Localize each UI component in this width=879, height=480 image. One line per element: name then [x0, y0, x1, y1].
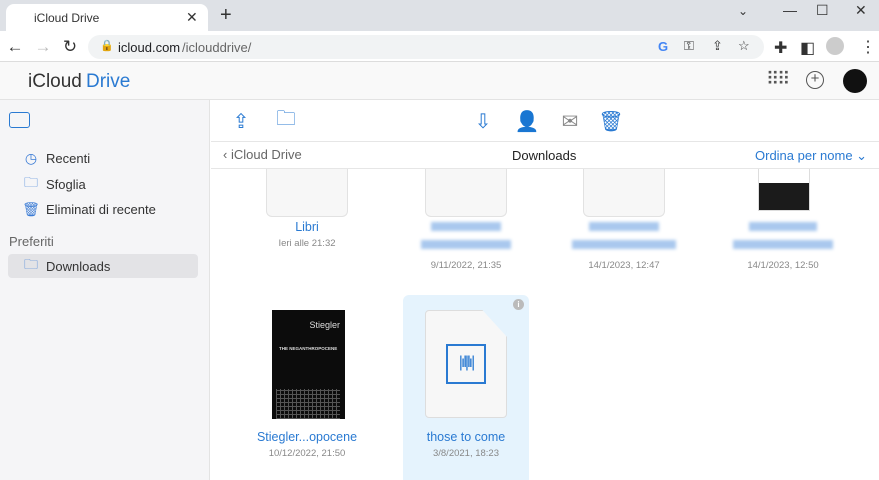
mail-icon[interactable]: ✉	[557, 108, 583, 134]
reload-icon[interactable]: ↻	[61, 37, 79, 57]
file-item[interactable]: Stiegler...opocene 10/12/2022, 21:50	[232, 430, 382, 459]
minimize-icon[interactable]: —	[783, 2, 797, 18]
clock-icon: ◷	[24, 149, 38, 166]
cover-title: THE NEGANTHROPOCENE	[279, 346, 338, 351]
menu-icon[interactable]: ⋮	[860, 37, 876, 57]
folder-icon: 🗀	[24, 174, 38, 190]
app-header: iCloud Drive ⠿⠿ +	[0, 62, 879, 100]
profile-icon[interactable]	[826, 37, 844, 55]
back-icon[interactable]: ←	[6, 37, 24, 57]
new-tab-icon[interactable]: +	[220, 4, 232, 27]
add-icon[interactable]: +	[806, 71, 824, 89]
maximize-icon[interactable]: ☐	[816, 2, 829, 19]
url-path: /iclouddrive/	[182, 40, 252, 55]
breadcrumb: ‹ iCloud Drive Downloads Ordina per nome…	[211, 142, 879, 169]
app-grid-icon[interactable]: ⠿⠿	[766, 69, 790, 90]
toolbar: ⇪ 🗀 ⇩ 👤 ✉ 🗑	[211, 100, 879, 142]
folder-icon: 🗀	[24, 256, 38, 272]
new-folder-icon[interactable]: 🗀	[273, 108, 299, 134]
sidebar-item-sfoglia[interactable]: 🗀 Sfoglia	[8, 172, 198, 196]
sort-dropdown[interactable]: Ordina per nome ⌄	[755, 148, 867, 164]
trash-icon: 🗑	[22, 200, 40, 217]
cover-author: Stiegler	[309, 320, 340, 330]
share-user-icon[interactable]: 👤	[514, 108, 540, 134]
sidebar-item-downloads[interactable]: 🗀 Downloads	[8, 254, 198, 278]
sort-label: Ordina per nome	[755, 148, 853, 163]
google-icon[interactable]: G	[658, 39, 668, 54]
file-grid: Libri Ieri alle 21:32 9/11/2022, 21:35 14…	[211, 169, 879, 480]
tab-search-icon[interactable]: ⌄	[738, 4, 748, 18]
download-icon[interactable]: ⇩	[470, 108, 496, 134]
side-panel-icon[interactable]: ◧	[800, 38, 815, 58]
back-label: iCloud Drive	[230, 147, 302, 162]
delete-icon[interactable]: 🗑	[598, 108, 624, 134]
sidebar-toggle-icon[interactable]	[9, 112, 30, 128]
file-date: 10/12/2022, 21:50	[268, 448, 346, 459]
sidebar-item-label: Recenti	[46, 150, 91, 166]
file-name: Stiegler...opocene	[256, 430, 358, 444]
key-icon[interactable]: ⚿	[684, 38, 694, 54]
file-date: 14/1/2023, 12:50	[747, 260, 819, 271]
file-name-blurred	[733, 240, 833, 249]
browser-tab[interactable]: iCloud Drive ✕	[6, 4, 208, 31]
close-tab-icon[interactable]: ✕	[186, 9, 198, 26]
file-date: Ieri alle 21:32	[278, 238, 336, 249]
page-title: Downloads	[512, 148, 577, 163]
book-cover-thumbnail[interactable]: Stiegler THE NEGANTHROPOCENE	[272, 310, 345, 419]
browser-tab-strip: iCloud Drive ✕ + ⌄ — ☐ ✕	[0, 0, 879, 31]
sidebar-item-label: Downloads	[46, 258, 111, 274]
file-item[interactable]: 9/11/2022, 21:35	[391, 220, 541, 271]
folder-thumbnail[interactable]	[583, 169, 665, 217]
url-host: icloud.com	[118, 40, 181, 55]
back-button[interactable]: ‹ iCloud Drive	[223, 147, 302, 162]
share-icon[interactable]: ⇪	[712, 38, 723, 54]
file-name-blurred	[749, 222, 817, 231]
image-thumbnail[interactable]	[758, 169, 810, 211]
forward-icon[interactable]: →	[34, 37, 52, 57]
file-name: those to come	[426, 430, 506, 444]
upload-icon[interactable]: ⇪	[228, 108, 254, 134]
selected-file-item[interactable]: i |ıl|lı| those to come 3/8/2021, 18:23	[403, 295, 529, 480]
sidebar-item-recenti[interactable]: ◷ Recenti	[8, 146, 198, 170]
address-bar-row: ← → ↻ 🔒 icloud.com /iclouddrive/ G ⚿ ⇪ ☆…	[0, 31, 879, 62]
app-title-prefix: iCloud	[28, 71, 82, 92]
file-item[interactable]: 14/1/2023, 12:47	[549, 220, 699, 271]
lock-icon: 🔒	[100, 40, 114, 52]
extensions-icon[interactable]: ✚	[774, 38, 787, 58]
file-item[interactable]: 14/1/2023, 12:50	[708, 220, 858, 271]
avatar[interactable]	[843, 69, 867, 93]
url-input[interactable]: 🔒 icloud.com /iclouddrive/ G ⚿ ⇪ ☆	[88, 35, 764, 59]
file-name-blurred	[572, 240, 676, 249]
sidebar-item-eliminati[interactable]: 🗑 Eliminati di recente	[8, 197, 198, 221]
app-title-suffix: Drive	[86, 71, 131, 92]
file-name-blurred	[589, 222, 659, 231]
sidebar: ◷ Recenti 🗀 Sfoglia 🗑 Eliminati di recente …	[0, 100, 210, 480]
folder-thumbnail[interactable]	[425, 169, 507, 217]
audio-waveform-icon: |ıl|lı|	[446, 344, 486, 384]
info-icon[interactable]: i	[513, 299, 524, 310]
folder-thumbnail[interactable]	[266, 169, 348, 217]
file-name-blurred	[421, 240, 511, 249]
section-label-preferiti: Preferiti	[9, 234, 54, 249]
tab-title: iCloud Drive	[34, 11, 100, 25]
file-date: 14/1/2023, 12:47	[588, 260, 660, 271]
file-date: 9/11/2022, 21:35	[430, 260, 502, 271]
file-name-blurred	[431, 222, 501, 231]
sidebar-item-label: Eliminati di recente	[46, 201, 156, 217]
bookmark-star-icon[interactable]: ☆	[738, 38, 750, 54]
file-item[interactable]: Libri Ieri alle 21:32	[232, 220, 382, 249]
close-window-icon[interactable]: ✕	[855, 2, 867, 19]
sidebar-item-label: Sfoglia	[46, 176, 86, 192]
file-date: 3/8/2021, 18:23	[432, 448, 500, 459]
file-name: Libri	[295, 220, 319, 234]
